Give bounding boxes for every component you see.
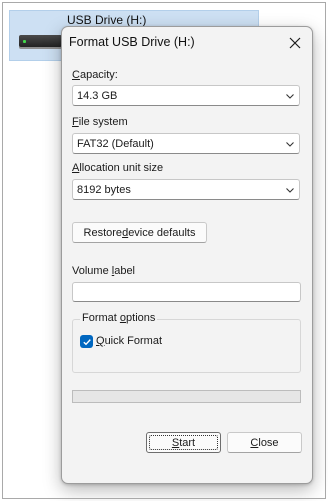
close-window-button[interactable] [285, 33, 305, 53]
start-button[interactable]: Start [146, 432, 221, 453]
dialog-title: Format USB Drive (H:) [69, 35, 195, 49]
drive-name: USB Drive (H:) [67, 13, 147, 27]
format-dialog: Format USB Drive (H:) Capacity: 14.3 GB … [61, 26, 313, 484]
quick-format-label[interactable]: Quick Format [96, 335, 162, 347]
file-system-label: File system [72, 116, 128, 128]
close-label-text: lose [258, 436, 279, 449]
close-button[interactable]: Close [227, 432, 302, 453]
file-system-label-text: ile system [78, 116, 128, 128]
close-label-accel: C [250, 436, 259, 449]
quick-format-label-text: uick Format [104, 335, 163, 347]
file-system-value: FAT32 (Default) [77, 138, 154, 150]
close-icon [289, 37, 301, 49]
capacity-label-accel: C [72, 69, 80, 81]
start-label-accel: S [171, 436, 180, 449]
screen: USB Drive (H:) Format USB Drive (H:) Cap… [0, 0, 328, 501]
capacity-label: Capacity: [72, 69, 118, 81]
volume-label-input[interactable] [72, 282, 301, 302]
capacity-select[interactable]: 14.3 GB [72, 85, 300, 106]
quick-format-label-accel: Q [96, 335, 105, 347]
file-system-label-accel: F [72, 116, 79, 128]
format-progress-bar [72, 390, 301, 403]
volume-label-post: abel [114, 265, 135, 277]
allocation-size-select[interactable]: 8192 bytes [72, 179, 300, 200]
allocation-label-text: llocation unit size [79, 162, 164, 174]
restore-defaults-button[interactable]: Restore d evice defaults [72, 222, 207, 243]
capacity-label-text: apacity: [79, 69, 118, 81]
drive-led [23, 40, 26, 43]
chevron-down-icon [286, 142, 294, 147]
checkmark-icon [82, 338, 91, 345]
allocation-size-label: Allocation unit size [72, 162, 163, 174]
volume-label-pre: Volume [72, 265, 112, 277]
restore-label-post: evice defaults [128, 226, 196, 239]
volume-label-label: Volume label [72, 265, 135, 277]
format-options-group: Format options Quick Format [72, 312, 301, 373]
restore-label-pre: Restore [83, 226, 123, 239]
chevron-down-icon [286, 188, 294, 193]
format-options-title-pre: Format [82, 312, 120, 324]
allocation-size-value: 8192 bytes [77, 184, 131, 196]
quick-format-checkbox[interactable] [80, 335, 93, 348]
format-options-title-post: ptions [126, 312, 156, 324]
chevron-down-icon [286, 94, 294, 99]
file-system-select[interactable]: FAT32 (Default) [72, 133, 300, 154]
usb-drive-icon [19, 35, 62, 47]
start-label-text: tart [179, 436, 196, 449]
format-options-title: Format options [80, 312, 158, 324]
capacity-value: 14.3 GB [77, 90, 118, 102]
